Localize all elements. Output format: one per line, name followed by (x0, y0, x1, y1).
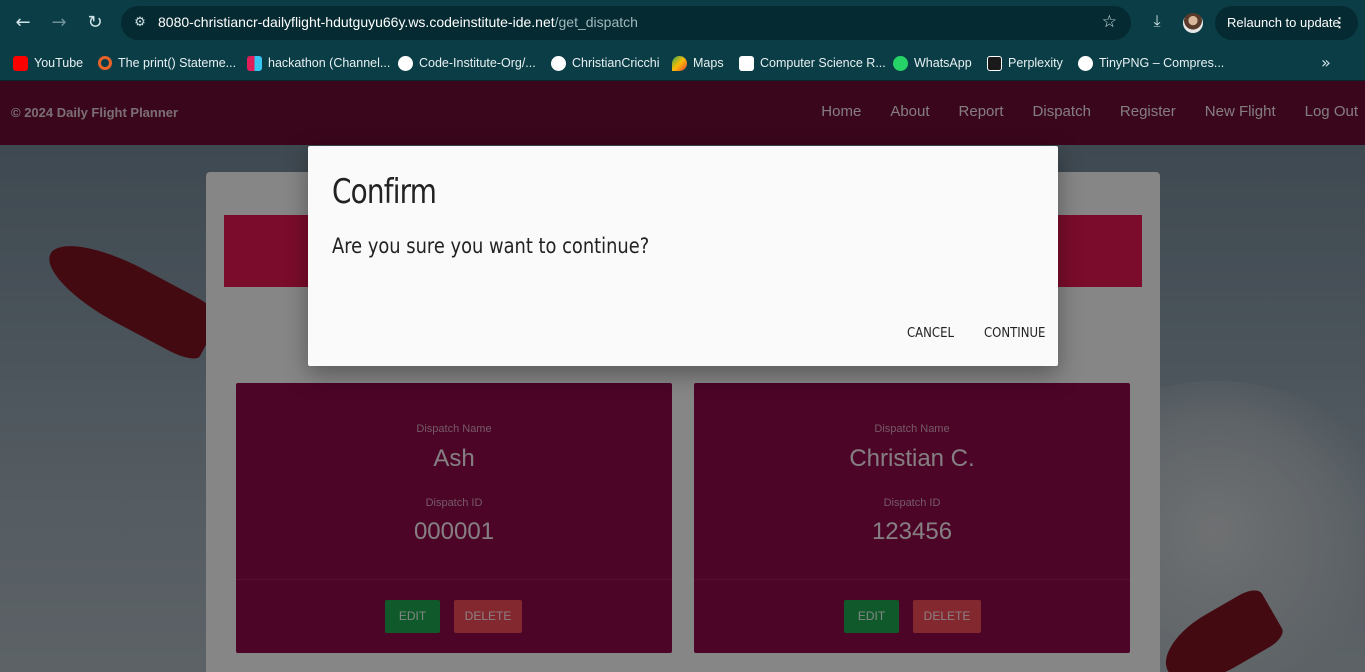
bookmark-label: WhatsApp (914, 56, 972, 70)
bookmark-label: TinyPNG – Compres... (1099, 56, 1225, 70)
confirm-dialog: Confirm Are you sure you want to continu… (308, 146, 1058, 366)
bookmark-perplexity[interactable]: Perplexity (987, 53, 1063, 73)
bookmark-whatsapp[interactable]: WhatsApp (893, 53, 972, 73)
maps-icon (672, 55, 687, 71)
relaunch-label: Relaunch to update (1227, 15, 1340, 30)
bookmark-label: Code-Institute-Org/... (419, 56, 536, 70)
bookmark-code-institute[interactable]: Code-Institute-Org/... (398, 53, 536, 73)
dialog-message: Are you sure you want to continue? (332, 234, 650, 258)
bookmarks-bar: YouTube The print() Stateme... hackathon… (0, 46, 1365, 81)
youtube-icon (13, 55, 28, 71)
bookmark-label: ChristianCricchi (572, 56, 660, 70)
profile-avatar[interactable] (1183, 13, 1203, 33)
bookmark-label: The print() Stateme... (118, 56, 237, 70)
site-settings-icon[interactable]: ⚙ (131, 14, 149, 32)
bookmark-label: hackathon (Channel... (268, 56, 391, 70)
whatsapp-icon (893, 55, 908, 71)
download-icon[interactable]: ⤓ (1146, 11, 1168, 33)
url-host: 8080-christiancr-dailyflight-hdutguyu66y… (158, 14, 555, 30)
bookmark-christiancricchi[interactable]: ChristianCricchi (551, 53, 660, 73)
relaunch-button[interactable]: Relaunch to update ⋮ (1215, 6, 1358, 40)
bookmark-maps[interactable]: Maps (672, 53, 724, 73)
menu-dots-icon[interactable]: ⋮ (1333, 6, 1346, 40)
more-bookmarks-chevron-icon[interactable]: » (1321, 53, 1331, 72)
continue-button[interactable]: CONTINUE (984, 326, 1045, 341)
cancel-button[interactable]: CANCEL (907, 326, 954, 341)
github-icon (551, 55, 566, 71)
bookmark-tinypng[interactable]: TinyPNG – Compres... (1078, 53, 1224, 73)
bookmark-star-icon[interactable]: ☆ (1102, 12, 1117, 32)
bookmark-label: Perplexity (1008, 56, 1063, 70)
url-path: /get_dispatch (554, 14, 638, 30)
address-bar[interactable]: ⚙ 8080-christiancr-dailyflight-hdutguyu6… (121, 6, 1131, 40)
bookmark-youtube[interactable]: YouTube (13, 53, 83, 73)
github-icon (398, 55, 413, 71)
back-arrow-icon[interactable]: ← (11, 11, 35, 35)
bookmark-label: Maps (693, 56, 724, 70)
bookmark-label: YouTube (34, 56, 84, 70)
bookmark-computer-science[interactable]: Computer Science R... (739, 53, 886, 73)
browser-toolbar: ← → ↻ ⚙ 8080-christiancr-dailyflight-hdu… (0, 0, 1365, 46)
panda-icon (1078, 55, 1093, 71)
ring-icon (98, 56, 112, 70)
bookmark-label: Computer Science R... (760, 56, 886, 70)
bookmark-hackathon[interactable]: hackathon (Channel... (247, 53, 390, 73)
reload-icon[interactable]: ↻ (83, 11, 107, 35)
forward-arrow-icon[interactable]: → (47, 11, 71, 35)
perplexity-icon (987, 55, 1002, 71)
bookmark-print-statement[interactable]: The print() Stateme... (98, 53, 236, 73)
r-icon (739, 55, 754, 71)
slack-icon (247, 55, 262, 71)
page-viewport: © 2024 Daily Flight Planner Home About R… (0, 81, 1365, 672)
url-text[interactable]: 8080-christiancr-dailyflight-hdutguyu66y… (158, 14, 638, 30)
dialog-title: Confirm (332, 172, 437, 212)
